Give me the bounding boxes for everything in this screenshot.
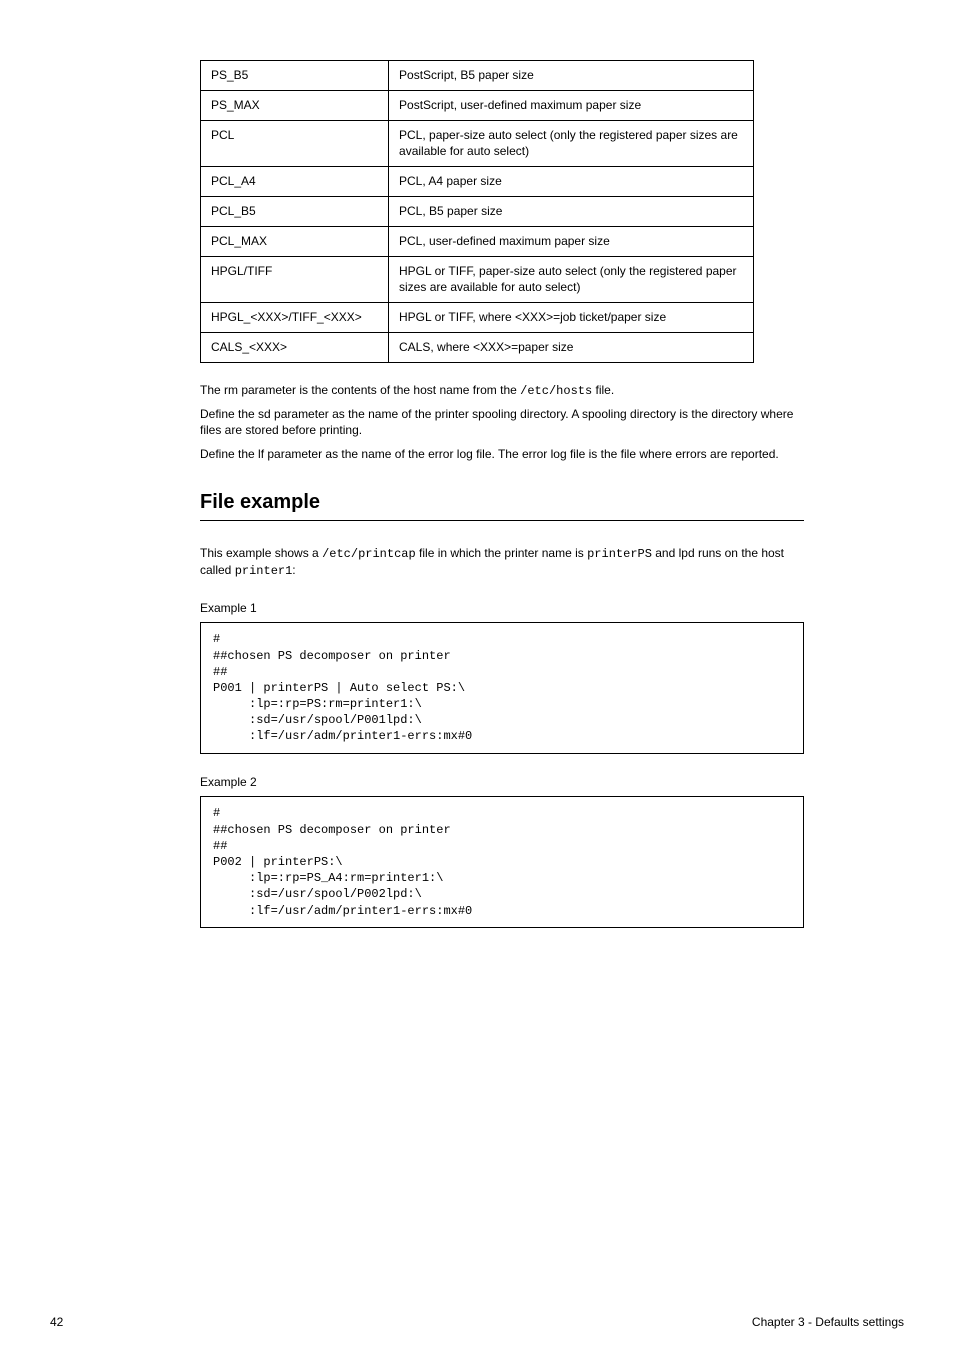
table-row: PCL_B5PCL, B5 paper size [201,196,754,226]
option-description: PCL, A4 paper size [389,167,754,197]
code-block-2: # ##chosen PS decomposer on printer ## P… [200,796,804,927]
option-key: HPGL/TIFF [201,256,389,303]
rm-parameter-paragraph: The rm parameter is the contents of the … [200,383,804,400]
rm-text-b: file. [592,383,614,397]
option-description: PCL, paper-size auto select (only the re… [389,120,754,167]
option-description: PCL, B5 paper size [389,196,754,226]
intro-b: file in which the printer name is [416,546,587,560]
hosts-path: /etc/hosts [520,384,592,398]
option-description: CALS, where <XXX>=paper size [389,332,754,362]
printcap-path: /etc/printcap [322,547,416,561]
code-block-1: # ##chosen PS decomposer on printer ## P… [200,622,804,753]
intro-end: : [292,563,295,577]
table-row: PS_B5PostScript, B5 paper size [201,61,754,91]
table-row: PCL_MAXPCL, user-defined maximum paper s… [201,226,754,256]
option-key: PS_B5 [201,61,389,91]
option-description: PostScript, B5 paper size [389,61,754,91]
table-row: HPGL/TIFFHPGL or TIFF, paper-size auto s… [201,256,754,303]
page-number: 42 [50,1314,63,1331]
section-divider [200,520,804,521]
option-description: PCL, user-defined maximum paper size [389,226,754,256]
table-row: PS_MAXPostScript, user-defined maximum p… [201,90,754,120]
chapter-label: Chapter 3 - Defaults settings [752,1314,904,1331]
example-intro: This example shows a /etc/printcap file … [200,545,804,579]
option-key: PS_MAX [201,90,389,120]
example-2-label: Example 2 [200,774,904,791]
intro-a: This example shows a [200,546,322,560]
section-heading: File example [200,488,904,516]
option-key: PCL_B5 [201,196,389,226]
host-name: printer1 [235,564,293,578]
option-key: PCL [201,120,389,167]
option-key: CALS_<XXX> [201,332,389,362]
table-row: CALS_<XXX>CALS, where <XXX>=paper size [201,332,754,362]
option-key: HPGL_<XXX>/TIFF_<XXX> [201,303,389,333]
option-description: HPGL or TIFF, paper-size auto select (on… [389,256,754,303]
rm-text-a: The rm parameter is the contents of the … [200,383,520,397]
option-key: PCL_A4 [201,167,389,197]
printer-name: printerPS [587,547,652,561]
option-description: HPGL or TIFF, where <XXX>=job ticket/pap… [389,303,754,333]
page-footer: 42 Chapter 3 - Defaults settings [50,1314,904,1331]
options-table: PS_B5PostScript, B5 paper sizePS_MAXPost… [200,60,754,363]
table-row: PCL_A4PCL, A4 paper size [201,167,754,197]
example-1-label: Example 1 [200,600,904,617]
sd-parameter-paragraph: Define the sd parameter as the name of t… [200,407,804,438]
lf-parameter-paragraph: Define the lf parameter as the name of t… [200,447,804,463]
table-row: PCLPCL, paper-size auto select (only the… [201,120,754,167]
table-row: HPGL_<XXX>/TIFF_<XXX>HPGL or TIFF, where… [201,303,754,333]
option-key: PCL_MAX [201,226,389,256]
option-description: PostScript, user-defined maximum paper s… [389,90,754,120]
